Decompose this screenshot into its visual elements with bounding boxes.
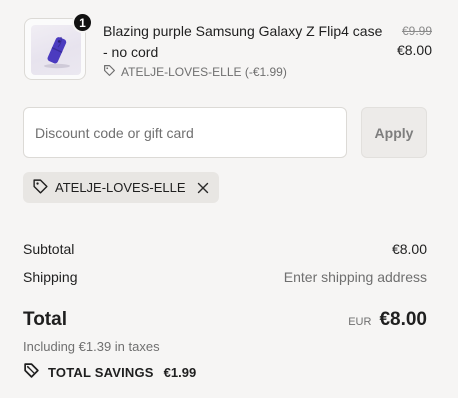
savings-tag-icon (23, 362, 40, 382)
tag-icon (103, 64, 116, 80)
applied-code-chip: ATELJE-LOVES-ELLE (23, 172, 219, 203)
total-amount: EUR €8.00 (348, 309, 427, 331)
original-price: €9.99 (401, 24, 432, 38)
tag-icon (32, 178, 49, 198)
discount-form: Apply (23, 107, 427, 158)
tax-note: Including €1.39 in taxes (23, 339, 160, 354)
line-item: 1 Blazing purple Samsung Galaxy Z Flip4 … (24, 12, 432, 84)
shipping-value: Enter shipping address (283, 269, 427, 285)
currency-code: EUR (348, 316, 372, 328)
total-value: €8.00 (379, 309, 427, 330)
shipping-label: Shipping (23, 269, 78, 285)
applied-code-label: ATELJE-LOVES-ELLE (55, 180, 186, 195)
product-prices: €9.99 €8.00 (397, 22, 432, 60)
total-row: Total EUR €8.00 (23, 309, 427, 331)
quantity-badge: 1 (72, 12, 93, 33)
total-label: Total (23, 309, 67, 330)
total-savings: TOTAL SAVINGS €1.99 (23, 362, 196, 382)
product-discount-label: ATELJE-LOVES-ELLE (-€1.99) (121, 65, 287, 79)
apply-button[interactable]: Apply (361, 107, 427, 158)
product-discount: ATELJE-LOVES-ELLE (-€1.99) (103, 64, 388, 80)
subtotal-row: Subtotal €8.00 (23, 241, 427, 257)
subtotal-label: Subtotal (23, 241, 75, 257)
savings-label: TOTAL SAVINGS (48, 364, 154, 380)
subtotal-value: €8.00 (391, 241, 427, 257)
product-info: Blazing purple Samsung Galaxy Z Flip4 ca… (103, 21, 388, 80)
close-icon[interactable] (197, 182, 209, 194)
shipping-row: Shipping Enter shipping address (23, 269, 427, 285)
final-price: €8.00 (396, 42, 432, 58)
savings-value: €1.99 (163, 364, 197, 380)
phone-case-icon (31, 25, 81, 75)
product-title: Blazing purple Samsung Galaxy Z Flip4 ca… (103, 23, 383, 60)
discount-code-input[interactable] (23, 107, 347, 158)
